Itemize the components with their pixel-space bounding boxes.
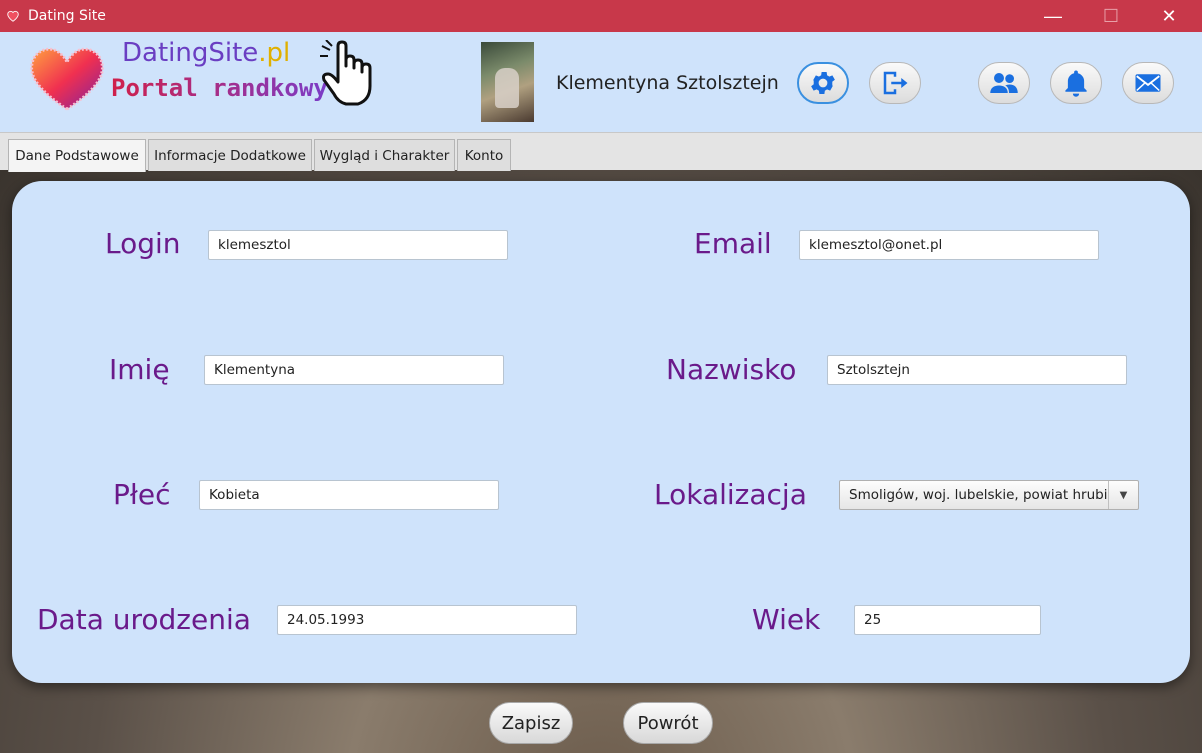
window-titlebar: Dating Site — ☐ ✕ bbox=[0, 0, 1202, 32]
maximize-button[interactable]: ☐ bbox=[1082, 0, 1140, 32]
location-select[interactable]: Smoligów, woj. lubelskie, powiat hrubi ▼ bbox=[839, 480, 1139, 510]
email-field[interactable]: klemesztol@onet.pl bbox=[799, 230, 1099, 260]
brand-tagline: Portal randkowy bbox=[111, 74, 328, 102]
tab-bar: Dane Podstawowe Informacje Dodatkowe Wyg… bbox=[0, 132, 1202, 172]
logo-heart-icon bbox=[30, 47, 104, 111]
tab-additional-info[interactable]: Informacje Dodatkowe bbox=[148, 139, 312, 171]
logout-button[interactable] bbox=[869, 62, 921, 104]
tab-account[interactable]: Konto bbox=[457, 139, 511, 171]
settings-button[interactable] bbox=[797, 62, 849, 104]
settings-icon bbox=[811, 72, 835, 94]
login-label: Login bbox=[105, 227, 181, 260]
tab-basic-data[interactable]: Dane Podstawowe bbox=[8, 139, 146, 172]
last-name-label: Nazwisko bbox=[666, 353, 797, 386]
logout-icon bbox=[883, 71, 908, 95]
last-name-field[interactable]: Sztolsztejn bbox=[827, 355, 1127, 385]
first-name-field[interactable]: Klementyna bbox=[204, 355, 504, 385]
birth-date-field[interactable]: 24.05.1993 bbox=[277, 605, 577, 635]
friends-icon bbox=[990, 73, 1018, 93]
mail-icon bbox=[1135, 74, 1161, 92]
location-label: Lokalizacja bbox=[654, 478, 807, 511]
heart-icon bbox=[7, 10, 19, 22]
user-name: Klementyna Sztolsztejn bbox=[556, 72, 779, 94]
first-name-label: Imię bbox=[109, 353, 170, 386]
app-header: DatingSite.pl Portal randkowy Klementyna… bbox=[0, 32, 1202, 132]
pointer-hand-icon bbox=[320, 40, 372, 106]
brand-name: DatingSite.pl bbox=[122, 38, 291, 68]
friends-button[interactable] bbox=[978, 62, 1030, 104]
age-field[interactable]: 25 bbox=[854, 605, 1041, 635]
birth-date-label: Data urodzenia bbox=[37, 603, 251, 636]
save-button[interactable]: Zapisz bbox=[489, 702, 573, 744]
minimize-button[interactable]: — bbox=[1024, 0, 1082, 32]
messages-button[interactable] bbox=[1122, 62, 1174, 104]
location-select-value: Smoligów, woj. lubelskie, powiat hrubi bbox=[849, 487, 1108, 503]
tab-looks-character[interactable]: Wygląd i Charakter bbox=[314, 139, 455, 171]
back-button[interactable]: Powrót bbox=[623, 702, 713, 744]
gender-label: Płeć bbox=[113, 478, 171, 511]
notifications-button[interactable] bbox=[1050, 62, 1102, 104]
avatar[interactable] bbox=[481, 42, 534, 122]
email-label: Email bbox=[694, 227, 772, 260]
chevron-down-icon[interactable]: ▼ bbox=[1108, 481, 1138, 509]
bell-icon bbox=[1065, 70, 1087, 97]
window-title: Dating Site bbox=[28, 8, 106, 24]
age-label: Wiek bbox=[752, 603, 821, 636]
close-button[interactable]: ✕ bbox=[1140, 0, 1198, 32]
gender-field[interactable]: Kobieta bbox=[199, 480, 499, 510]
login-field[interactable]: klemesztol bbox=[208, 230, 508, 260]
